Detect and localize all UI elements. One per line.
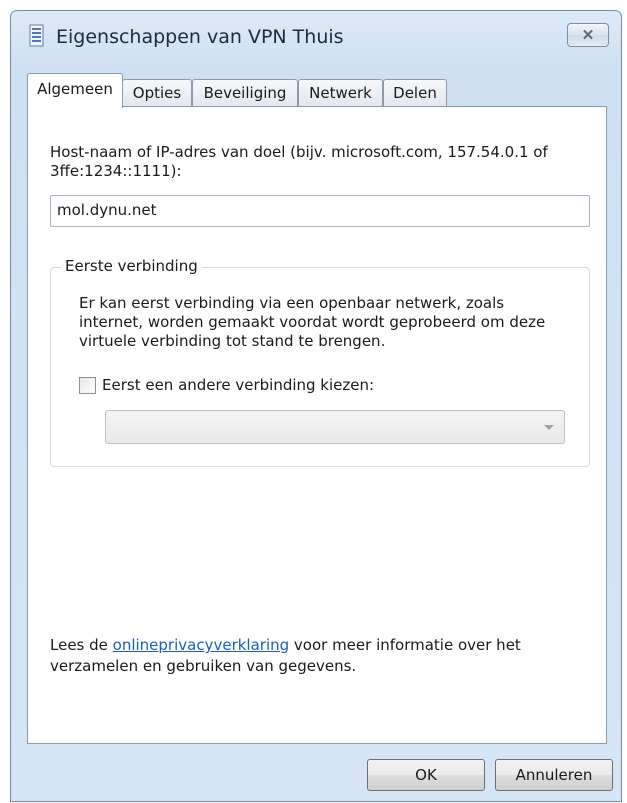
tab-delen[interactable]: Delen — [383, 79, 447, 107]
privacy-link[interactable]: onlineprivacyverklaring — [113, 636, 289, 654]
first-connection-group: Eerste verbinding Er kan eerst verbindin… — [50, 257, 590, 467]
host-label: Host-naam of IP-adres van doel (bijv. mi… — [50, 143, 548, 180]
privacy-statement: Lees de onlineprivacyverklaring voor mee… — [50, 635, 590, 677]
properties-dialog: Eigenschappen van VPN Thuis ✕ Opties Bev… — [10, 10, 622, 802]
first-connection-checkbox-row[interactable]: Eerst een andere verbinding kiezen: — [79, 376, 374, 394]
privacy-prefix: Lees de — [50, 636, 113, 654]
document-icon — [27, 24, 47, 48]
close-button[interactable]: ✕ — [567, 23, 609, 47]
host-input[interactable]: mol.dynu.net — [50, 195, 590, 227]
first-connection-legend: Eerste verbinding — [61, 257, 202, 275]
first-connection-description: Er kan eerst verbinding via een openbaar… — [79, 294, 546, 350]
cancel-button[interactable]: Annuleren — [495, 759, 613, 791]
tab-beveiliging[interactable]: Beveiliging — [192, 79, 298, 107]
tab-algemeen[interactable]: Algemeen — [27, 73, 123, 108]
general-tab-panel: Host-naam of IP-adres van doel (bijv. mi… — [27, 106, 607, 744]
first-connection-checkbox-label[interactable]: Eerst een andere verbinding kiezen: — [102, 376, 374, 394]
ok-button[interactable]: OK — [367, 759, 485, 791]
first-connection-dropdown[interactable] — [105, 410, 565, 444]
close-icon: ✕ — [581, 27, 595, 44]
tab-opties[interactable]: Opties — [122, 79, 192, 107]
chevron-down-icon — [544, 425, 554, 430]
tab-netwerk[interactable]: Netwerk — [298, 79, 383, 107]
title-bar[interactable]: Eigenschappen van VPN Thuis ✕ — [11, 11, 621, 63]
first-connection-checkbox[interactable] — [79, 376, 96, 394]
window-title: Eigenschappen van VPN Thuis — [56, 26, 344, 48]
